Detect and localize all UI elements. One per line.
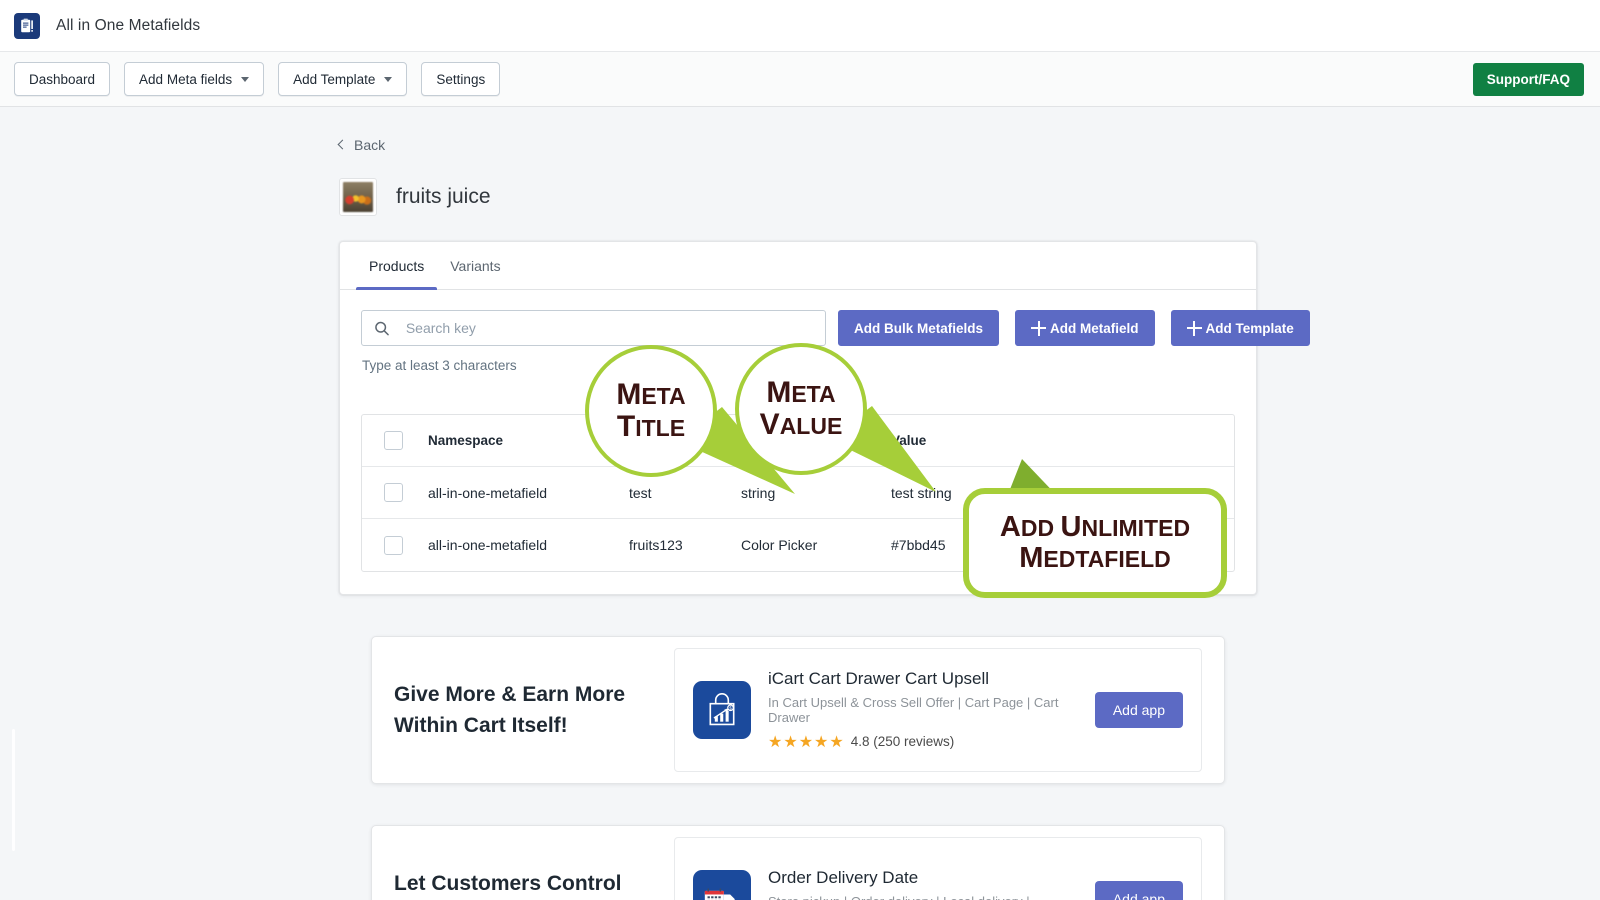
table-row[interactable]: all-in-one-metafield test string test st… bbox=[362, 467, 1234, 519]
document-edit-icon bbox=[1125, 535, 1141, 555]
delivery-truck-calendar-icon bbox=[693, 870, 751, 900]
delete-metafield-button[interactable] bbox=[1159, 528, 1211, 562]
page-body: Back fruits juice Products Variants Sear… bbox=[0, 107, 1600, 900]
edit-metafield-button[interactable] bbox=[1107, 528, 1159, 562]
promo-app-subtitle: In Cart Upsell & Cross Sell Offer | Cart… bbox=[768, 694, 1059, 725]
metafields-table: Namespace Key Value Type Value all-in-on… bbox=[361, 414, 1235, 572]
scroll-indicator[interactable] bbox=[12, 729, 15, 851]
search-box[interactable] bbox=[361, 310, 826, 346]
cell-value: #7bbd45 bbox=[891, 537, 946, 553]
chevron-left-icon bbox=[337, 139, 348, 150]
metafield-action-buttons: Add Bulk Metafields Add Metafield Add Te… bbox=[838, 310, 1310, 346]
column-header-value: Value bbox=[891, 433, 927, 448]
plus-icon bbox=[1031, 320, 1047, 336]
search-helper-text: Type at least 3 characters bbox=[362, 358, 517, 373]
add-metafield-button[interactable]: Add Metafield bbox=[1015, 310, 1155, 346]
add-app-button[interactable]: Add app bbox=[1094, 692, 1183, 728]
row-actions bbox=[1102, 527, 1212, 563]
fruits-juice-thumbnail bbox=[339, 178, 377, 216]
tab-products[interactable]: Products bbox=[356, 242, 438, 290]
cell-namespace: all-in-one-metafield bbox=[428, 537, 548, 553]
promo-app-subtitle: Store pickup | Order delivery | Local de… bbox=[768, 894, 1078, 900]
search-and-actions-row: Type at least 3 characters Add Bulk Meta… bbox=[361, 310, 1310, 373]
promo-app-panel: Order Delivery Date Store pickup | Order… bbox=[674, 837, 1202, 900]
table-row[interactable]: all-in-one-metafield fruits123 Color Pic… bbox=[362, 519, 1234, 571]
star-rating-icon: ★★★★★ bbox=[768, 733, 845, 751]
promo-app-name: Order Delivery Date bbox=[768, 867, 919, 887]
promo-app-text: Order Delivery Date Store pickup | Order… bbox=[768, 868, 1078, 900]
promo-rating-text: 4.8 (250 reviews) bbox=[850, 734, 955, 749]
tab-products-label: Products bbox=[369, 257, 425, 274]
add-template-button[interactable]: Add Template bbox=[1170, 310, 1310, 346]
settings-button[interactable]: Settings bbox=[421, 62, 501, 96]
tab-variants[interactable]: Variants bbox=[437, 242, 513, 289]
metafields-card: Products Variants Search key Type at lea… bbox=[339, 241, 1310, 595]
add-meta-fields-button[interactable]: Add Meta fields bbox=[124, 62, 265, 96]
thumbnail-image bbox=[343, 182, 373, 212]
plus-icon bbox=[1186, 320, 1202, 336]
support-faq-button[interactable]: Support/FAQ bbox=[1472, 62, 1584, 96]
main-toolbar: Dashboard Add Meta fields Add Template S… bbox=[0, 52, 1600, 107]
clipboard-metafields-icon bbox=[14, 12, 40, 39]
shopping-bag-chart-icon: $ bbox=[693, 681, 751, 739]
row-action-group bbox=[1106, 527, 1212, 563]
dashboard-button[interactable]: Dashboard bbox=[14, 62, 111, 96]
table-header-row: Namespace Key Value Type Value bbox=[362, 415, 1234, 467]
search-input[interactable] bbox=[403, 319, 813, 337]
app-header: All in One Metafields bbox=[0, 0, 1600, 52]
cell-namespace: all-in-one-metafield bbox=[428, 484, 548, 501]
column-header-namespace: Namespace bbox=[428, 433, 504, 448]
page-content: Back fruits juice Products Variants Sear… bbox=[337, 107, 1310, 900]
add-app-button[interactable]: Add app bbox=[1094, 881, 1183, 900]
add-meta-fields-label: Add Meta fields bbox=[139, 71, 233, 87]
select-all-checkbox[interactable] bbox=[384, 431, 403, 450]
trash-icon bbox=[1179, 535, 1192, 555]
product-header: fruits juice bbox=[339, 178, 1257, 216]
add-template-menu-label: Add Template bbox=[293, 71, 376, 87]
dashboard-button-label: Dashboard bbox=[29, 71, 96, 87]
tab-variants-label: Variants bbox=[450, 257, 501, 274]
card-body: Type at least 3 characters Add Bulk Meta… bbox=[340, 290, 1310, 594]
add-template-label: Add Template bbox=[1205, 320, 1294, 336]
row-checkbox[interactable] bbox=[384, 535, 403, 555]
cell-value-type: Color Picker bbox=[741, 537, 818, 553]
row-checkbox[interactable] bbox=[384, 483, 403, 502]
promo-rating: ★★★★★ 4.8 (250 reviews) bbox=[768, 732, 1078, 752]
promo-headline: Let Customers Control Their Order Delive… bbox=[394, 871, 622, 895]
promo-card: Give More & Earn More Within Cart Itself… bbox=[371, 636, 1225, 784]
column-header-key: Key bbox=[629, 433, 654, 448]
cell-value-type: string bbox=[741, 484, 776, 501]
search-icon bbox=[375, 321, 389, 335]
add-template-menu-button[interactable]: Add Template bbox=[278, 62, 408, 96]
promo-app-panel: $ iCart Cart Drawer Cart Upsell In Cart … bbox=[674, 648, 1202, 772]
promo-card: Let Customers Control Their Order Delive… bbox=[371, 825, 1225, 900]
back-link-label: Back bbox=[354, 137, 386, 153]
add-bulk-metafields-label: Add Bulk Metafields bbox=[854, 320, 984, 336]
promo-app-text: iCart Cart Drawer Cart Upsell In Cart Up… bbox=[768, 669, 1078, 752]
promo-app-name: iCart Cart Drawer Cart Upsell bbox=[768, 668, 990, 688]
column-header-value-type: Value Type bbox=[741, 433, 811, 448]
card-tabs: Products Variants bbox=[340, 242, 1256, 290]
back-link[interactable]: Back bbox=[337, 137, 386, 153]
cell-key: fruits123 bbox=[629, 537, 683, 553]
search-wrapper: Type at least 3 characters bbox=[361, 310, 826, 373]
cell-key: test bbox=[629, 484, 652, 501]
promo-headline: Give More & Earn More Within Cart Itself… bbox=[394, 682, 626, 738]
cell-value: test string bbox=[891, 484, 952, 501]
chevron-down-icon bbox=[384, 76, 393, 82]
chevron-down-icon bbox=[241, 76, 250, 82]
add-bulk-metafields-button[interactable]: Add Bulk Metafields bbox=[838, 310, 1000, 346]
app-title: All in One Metafields bbox=[56, 16, 201, 34]
settings-button-label: Settings bbox=[436, 71, 486, 87]
add-metafield-label: Add Metafield bbox=[1050, 320, 1139, 336]
page-title: fruits juice bbox=[396, 185, 491, 208]
